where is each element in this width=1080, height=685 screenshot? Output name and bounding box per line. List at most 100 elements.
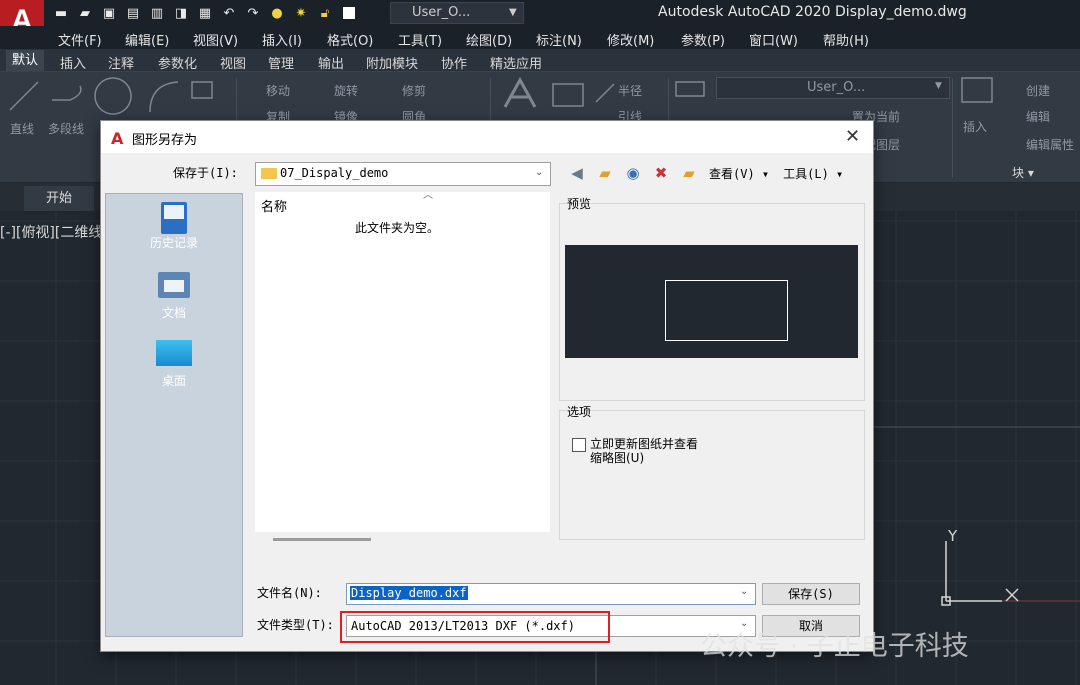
autocad-icon: A xyxy=(111,129,124,148)
save-in-combo[interactable]: 07_Dispaly_demo ⌄ xyxy=(255,162,551,186)
ribbon-tab-2[interactable]: 注释 xyxy=(108,53,134,72)
ribbon-create-label[interactable]: 创建 xyxy=(1026,82,1050,99)
filename-value: Display_demo.dxf xyxy=(350,586,468,600)
desktop-icon xyxy=(156,340,192,366)
menu-item-5[interactable]: 工具(T) xyxy=(398,30,442,49)
ribbon-layer-combo[interactable]: User_O... ▼ xyxy=(716,77,950,99)
ribbon-tab-3[interactable]: 参数化 xyxy=(158,53,197,72)
chevron-down-icon: ▼ xyxy=(935,81,942,91)
layer-combo[interactable]: User_O... ▼ xyxy=(390,2,524,24)
tools-menu[interactable]: 工具(L) ▾ xyxy=(783,165,843,182)
update-thumbnail-label[interactable]: 立即更新图纸并查看 缩略图(U) xyxy=(590,437,698,465)
place-documents-label: 文档 xyxy=(161,306,186,320)
chevron-down-icon: ▼ xyxy=(509,7,517,18)
update-thumbnail-checkbox[interactable] xyxy=(572,438,586,452)
ribbon-tab-5[interactable]: 管理 xyxy=(268,53,294,72)
redo-icon[interactable]: ↷ xyxy=(244,4,262,22)
menu-item-11[interactable]: 帮助(H) xyxy=(823,30,869,49)
close-icon[interactable]: ✕ xyxy=(845,126,860,147)
dialog-title-bar xyxy=(101,121,873,153)
ribbon-tab-0[interactable]: 默认 xyxy=(6,50,45,71)
ribbon-tab-1[interactable]: 插入 xyxy=(60,53,86,72)
preview-rectangle xyxy=(665,280,788,341)
filename-input[interactable]: Display_demo.dxf ⌄ xyxy=(346,583,756,605)
ribbon-edit-label[interactable]: 编辑 xyxy=(1026,108,1050,125)
preview-label: 预览 xyxy=(567,197,592,211)
ucs-y-label: Y xyxy=(948,527,958,545)
ribbon-tab-7[interactable]: 附加模块 xyxy=(366,53,418,72)
options-label: 选项 xyxy=(567,405,592,419)
open-folder-icon[interactable]: ▰ xyxy=(76,4,94,22)
ribbon-tab-9[interactable]: 精选应用 xyxy=(490,53,542,72)
save-in-value: 07_Dispaly_demo xyxy=(280,166,389,180)
ribbon-tab-4[interactable]: 视图 xyxy=(220,53,246,72)
chevron-down-icon: ⌄ xyxy=(535,167,544,178)
menu-item-8[interactable]: 修改(M) xyxy=(607,30,654,49)
ribbon-tab-8[interactable]: 协作 xyxy=(441,53,467,72)
menu-item-10[interactable]: 窗口(W) xyxy=(749,30,798,49)
window-title: Autodesk AutoCAD 2020 Display_demo.dwg xyxy=(658,4,967,20)
ribbon-radius-label[interactable]: 半径 xyxy=(618,82,642,99)
empty-folder-message: 此文件夹为空。 xyxy=(355,221,440,235)
save-as-dialog: A 图形另存为 ✕ 保存于(I): 07_Dispaly_demo ⌄ ◀ ▰ … xyxy=(100,120,874,652)
up-folder-icon[interactable]: ▰ xyxy=(591,162,619,184)
delete-icon[interactable]: ✖ xyxy=(647,162,675,184)
sun-icon[interactable]: ✷ xyxy=(292,4,310,22)
color-swatch-icon xyxy=(340,4,358,22)
bulb-icon[interactable]: ● xyxy=(268,4,286,22)
ribbon-rotate-label[interactable]: 旋转 xyxy=(334,82,358,99)
menu-item-7[interactable]: 标注(N) xyxy=(536,30,582,49)
view-menu[interactable]: 查看(V) ▾ xyxy=(709,165,769,182)
menu-item-1[interactable]: 编辑(E) xyxy=(125,30,169,49)
menu-item-2[interactable]: 视图(V) xyxy=(193,30,238,49)
new-file-icon[interactable]: ▬ xyxy=(52,4,70,22)
options-group xyxy=(559,410,865,540)
dialog-toolbar: ◀ ▰ ◉ ✖ ▰ 查看(V) ▾ 工具(L) ▾ xyxy=(563,162,843,184)
menu-item-0[interactable]: 文件(F) xyxy=(58,30,102,49)
filetype-label: 文件类型(T): xyxy=(257,618,334,632)
scrollbar-thumb[interactable] xyxy=(273,538,371,541)
horizontal-scrollbar[interactable] xyxy=(255,532,550,552)
back-arrow-icon[interactable]: ◀ xyxy=(563,162,591,184)
ribbon-line-label[interactable]: 直线 xyxy=(10,120,34,137)
quick-access-toolbar: ▬ ▰ ▣ ▤ ▥ ◨ ▦ ↶ ↷ ● ✷ 🔓︎ xyxy=(52,2,358,24)
menu-item-4[interactable]: 格式(O) xyxy=(327,30,373,49)
ribbon-tab-6[interactable]: 输出 xyxy=(318,53,344,72)
ribbon-edit-attr-label[interactable]: 编辑属性 xyxy=(1026,136,1074,153)
save-in-label: 保存于(I): xyxy=(173,166,238,180)
folder-icon xyxy=(261,168,277,179)
place-desktop[interactable]: 桌面 xyxy=(106,340,242,389)
export-icon[interactable]: ◨ xyxy=(172,4,190,22)
layer-combo-text: User_O... xyxy=(412,5,471,20)
ribbon-layer-text: User_O... xyxy=(807,80,866,95)
lock-icon[interactable]: 🔓︎ xyxy=(316,4,334,22)
ribbon-insert-label[interactable]: 插入 xyxy=(963,118,987,135)
ucs-icon xyxy=(941,541,1019,606)
publish-icon[interactable]: ▥ xyxy=(148,4,166,22)
start-tab[interactable]: 开始 xyxy=(24,186,94,211)
file-list[interactable]: ︿ 名称 此文件夹为空。 xyxy=(255,190,550,532)
place-history-label: 历史记录 xyxy=(149,236,198,250)
search-web-icon[interactable]: ◉ xyxy=(619,162,647,184)
undo-icon[interactable]: ↶ xyxy=(220,4,238,22)
menu-item-3[interactable]: 插入(I) xyxy=(262,30,302,49)
ribbon-polyline-label[interactable]: 多段线 xyxy=(48,120,84,137)
watermark: 公众号 · 子正电子科技 xyxy=(700,631,969,662)
save-as-icon[interactable]: ▤ xyxy=(124,4,142,22)
ribbon-move-label[interactable]: 移动 xyxy=(266,82,290,99)
documents-icon xyxy=(158,272,190,298)
save-icon[interactable]: ▣ xyxy=(100,4,118,22)
save-button[interactable]: 保存(S) xyxy=(762,583,860,605)
filename-label: 文件名(N): xyxy=(257,586,322,600)
print-icon[interactable]: ▦ xyxy=(196,4,214,22)
place-documents[interactable]: 文档 xyxy=(106,272,242,321)
chevron-down-icon[interactable]: ⌄ xyxy=(740,586,748,597)
column-header-name[interactable]: 名称 xyxy=(261,196,287,215)
place-history[interactable]: 历史记录 xyxy=(106,202,242,251)
ribbon-block-panel-title[interactable]: 块 ▾ xyxy=(1012,164,1034,181)
menu-item-6[interactable]: 绘图(D) xyxy=(466,30,512,49)
viewport-controls[interactable]: [-][俯视][二维线 xyxy=(0,222,102,242)
ribbon-trim-label[interactable]: 修剪 xyxy=(402,82,426,99)
menu-item-9[interactable]: 参数(P) xyxy=(681,30,725,49)
new-folder-icon[interactable]: ▰ xyxy=(675,162,703,184)
